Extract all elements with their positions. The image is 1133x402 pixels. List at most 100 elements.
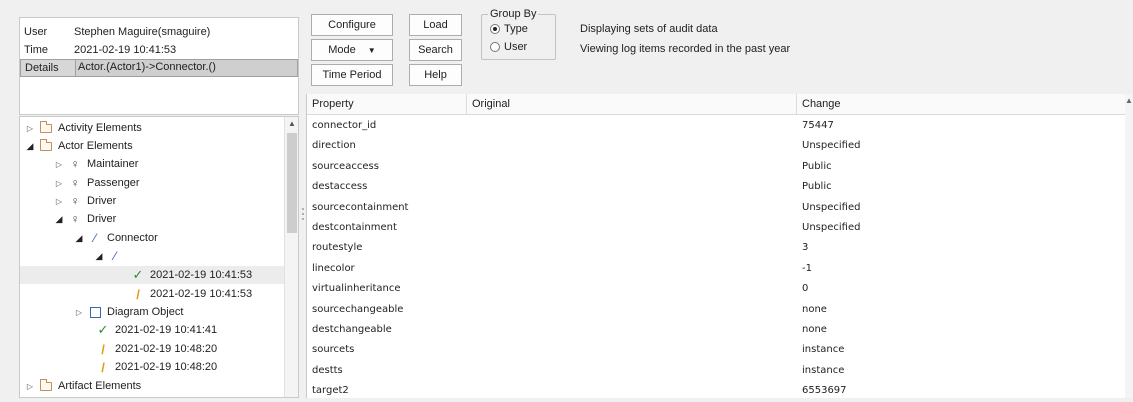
tree-item[interactable]: ◢ ♀ Driver bbox=[53, 210, 117, 228]
group-by-box: Group By Type User bbox=[481, 8, 556, 60]
tree-item[interactable]: ◢ ⁄ Connector bbox=[73, 229, 158, 247]
connector-icon: ⁄ bbox=[113, 249, 116, 263]
pencil-icon: / bbox=[136, 286, 140, 302]
change-cell: 3 bbox=[802, 242, 809, 254]
expand-arrow-icon[interactable]: ▷ bbox=[53, 197, 65, 206]
radio-unselected-icon[interactable] bbox=[490, 42, 500, 52]
radio-label: User bbox=[504, 41, 528, 53]
scroll-up-icon[interactable]: ▲ bbox=[1125, 96, 1133, 105]
info-key: User bbox=[24, 26, 48, 38]
tree-item[interactable]: ▷ ♀ Passenger bbox=[53, 174, 140, 192]
tree-item[interactable]: ▷ Activity Elements bbox=[24, 119, 142, 137]
property-cell: sourcets bbox=[312, 344, 355, 356]
grid-scrollbar[interactable]: ▲ bbox=[1125, 94, 1133, 398]
tree-item[interactable]: / 2021-02-19 10:48:20 bbox=[93, 358, 217, 376]
mode-dropdown-button[interactable]: Mode ▼ bbox=[311, 39, 393, 61]
panel-splitter[interactable] bbox=[301, 206, 304, 226]
table-row[interactable]: linecolor -1 bbox=[307, 259, 1126, 279]
change-cell: 75447 bbox=[802, 120, 834, 131]
search-button[interactable]: Search bbox=[409, 39, 462, 61]
group-by-user-radio[interactable]: User bbox=[490, 41, 527, 53]
configure-button[interactable]: Configure bbox=[311, 14, 393, 36]
tree-item[interactable]: ▷ Diagram Object bbox=[73, 303, 184, 321]
change-cell: Unspecified bbox=[802, 140, 861, 152]
table-row[interactable]: sourceaccess Public bbox=[307, 157, 1126, 177]
info-value: Stephen Maguire(smaguire) bbox=[74, 26, 211, 38]
tree-item[interactable]: ✓ 2021-02-19 10:41:41 bbox=[93, 321, 218, 339]
info-row-details[interactable]: Details Actor.(Actor1)->Connector.() bbox=[20, 59, 298, 77]
property-cell: destaccess bbox=[312, 181, 368, 193]
grid-header: Property Original Change bbox=[307, 94, 1126, 115]
audit-property-grid[interactable]: Property Original Change connector_id 75… bbox=[306, 94, 1126, 401]
table-row[interactable]: direction Unspecified bbox=[307, 136, 1126, 156]
original-cell bbox=[467, 157, 472, 177]
tree-item[interactable]: / 2021-02-19 10:41:53 bbox=[128, 285, 252, 303]
table-row[interactable]: destts instance bbox=[307, 361, 1126, 381]
table-row[interactable]: target2 6553697 bbox=[307, 381, 1126, 401]
tree-item-selected[interactable]: ✓ 2021-02-19 10:41:53 bbox=[20, 266, 284, 284]
tree-item[interactable]: ▷ ♀ Maintainer bbox=[53, 155, 138, 173]
original-cell bbox=[467, 198, 472, 218]
collapse-arrow-icon[interactable]: ◢ bbox=[93, 251, 105, 262]
help-button[interactable]: Help bbox=[409, 64, 462, 86]
expand-arrow-icon[interactable]: ▷ bbox=[24, 382, 36, 391]
tree-item[interactable]: ▷ ♀ Driver bbox=[53, 192, 116, 210]
actor-icon: ♀ bbox=[70, 212, 80, 226]
collapse-arrow-icon[interactable]: ◢ bbox=[73, 233, 85, 244]
expand-arrow-icon[interactable]: ▷ bbox=[24, 124, 36, 133]
property-cell: virtualinheritance bbox=[312, 283, 401, 295]
expand-arrow-icon[interactable]: ▷ bbox=[53, 179, 65, 188]
folder-icon bbox=[38, 378, 54, 393]
info-row-time: Time 2021-02-19 10:41:53 bbox=[20, 41, 298, 59]
tree-item-label: 2021-02-19 10:48:20 bbox=[115, 361, 218, 373]
table-row[interactable]: destchangeable none bbox=[307, 320, 1126, 340]
group-by-type-radio[interactable]: Type bbox=[490, 23, 528, 35]
table-row[interactable]: destcontainment Unspecified bbox=[307, 218, 1126, 238]
pencil-icon: / bbox=[101, 341, 105, 357]
expand-arrow-icon[interactable]: ▷ bbox=[73, 308, 85, 317]
change-cell: Unspecified bbox=[802, 201, 861, 213]
property-cell: destcontainment bbox=[312, 222, 397, 233]
connector-icon: ⁄ bbox=[93, 231, 96, 245]
tree-item[interactable]: / 2021-02-19 10:48:20 bbox=[93, 340, 217, 358]
column-header-original[interactable]: Original bbox=[467, 94, 797, 115]
column-header-property[interactable]: Property bbox=[307, 94, 467, 115]
load-button[interactable]: Load bbox=[409, 14, 462, 36]
original-cell bbox=[467, 177, 472, 197]
change-cell: instance bbox=[802, 344, 845, 356]
table-row[interactable]: virtualinheritance 0 bbox=[307, 279, 1126, 299]
tree-scrollbar[interactable]: ▲ bbox=[284, 117, 298, 397]
diagram-object-icon bbox=[87, 305, 103, 319]
change-cell: Public bbox=[802, 181, 832, 193]
tree-item-label: 2021-02-19 10:41:53 bbox=[150, 269, 253, 281]
info-value: Actor.(Actor1)->Connector.() bbox=[75, 60, 297, 76]
original-cell bbox=[467, 259, 472, 279]
table-row[interactable]: sourcecontainment Unspecified bbox=[307, 198, 1126, 218]
property-cell: connector_id bbox=[312, 120, 377, 131]
table-row[interactable]: connector_id 75447 bbox=[307, 116, 1126, 136]
table-row[interactable]: sourcets instance bbox=[307, 340, 1126, 360]
original-cell bbox=[467, 300, 472, 320]
tree-item[interactable]: ◢ ⁄ bbox=[93, 247, 127, 265]
time-period-button[interactable]: Time Period bbox=[311, 64, 393, 86]
table-row[interactable]: routestyle 3 bbox=[307, 238, 1126, 258]
info-key: Time bbox=[24, 44, 49, 56]
table-row[interactable]: destaccess Public bbox=[307, 177, 1126, 197]
tree-item[interactable]: ▷ Artifact Elements bbox=[24, 377, 141, 395]
collapse-arrow-icon[interactable]: ◢ bbox=[24, 141, 36, 152]
audit-tree[interactable]: ▷ Activity Elements ◢ Actor Elements ▷ ♀… bbox=[19, 116, 299, 398]
radio-selected-icon[interactable] bbox=[490, 24, 500, 34]
expand-arrow-icon[interactable]: ▷ bbox=[53, 160, 65, 169]
collapse-arrow-icon[interactable]: ◢ bbox=[53, 214, 65, 225]
original-cell bbox=[467, 361, 472, 381]
scrollbar-thumb[interactable] bbox=[287, 133, 297, 233]
column-header-change[interactable]: Change bbox=[797, 94, 1126, 115]
tree-item[interactable]: ◢ Actor Elements bbox=[24, 137, 133, 155]
table-row[interactable]: sourcechangeable none bbox=[307, 300, 1126, 320]
pencil-icon: / bbox=[101, 359, 105, 375]
info-row-user: User Stephen Maguire(smaguire) bbox=[20, 23, 298, 41]
check-icon: ✓ bbox=[97, 322, 109, 337]
scroll-up-icon[interactable]: ▲ bbox=[285, 117, 298, 131]
tree-item-label: Maintainer bbox=[87, 158, 139, 170]
original-cell bbox=[467, 340, 472, 360]
